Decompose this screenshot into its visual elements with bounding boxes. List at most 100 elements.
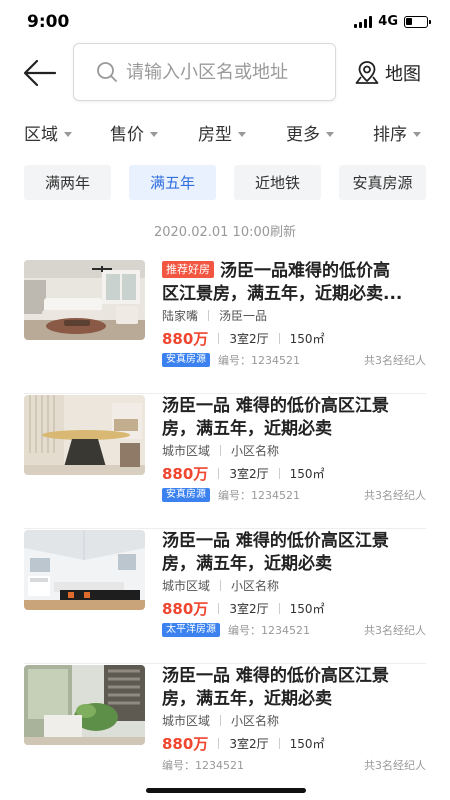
room-layout: 3室2厅 (229, 737, 269, 751)
listing-title-line2: 房，满五年，近期必卖 (162, 554, 332, 574)
caret-down-icon (150, 131, 158, 137)
community: 小区名称 (231, 444, 280, 458)
divider (24, 393, 426, 394)
listing-location: 陆家嘴 汤臣一品 (162, 307, 267, 324)
listing-photo (24, 260, 145, 340)
status-bar: 9:00 4G (0, 0, 450, 44)
chip-label: 满五年 (149, 174, 195, 192)
home-indicator (146, 788, 306, 793)
chip-label: 安真房源 (352, 174, 413, 192)
room-layout: 3室2厅 (229, 332, 269, 346)
filter-district[interactable]: 区域 (24, 120, 72, 145)
district: 城市区域 (162, 444, 211, 458)
source-badge: 安真房源 (162, 488, 210, 502)
filter-label: 更多 (286, 125, 320, 145)
battery-icon (404, 15, 431, 28)
room-layout: 3室2厅 (229, 467, 269, 481)
listing-price-row: 880万 3室2厅 150㎡ (162, 463, 325, 484)
community: 小区名称 (231, 714, 280, 728)
room-layout: 3室2厅 (229, 602, 269, 616)
listing-location: 城市区域 小区名称 (162, 442, 279, 459)
listing-card[interactable]: 汤臣一品 难得的低价高区江景 房，满五年，近期必卖 城市区域 小区名称 880万 3… (0, 530, 450, 664)
listing-meta: 编号：1234521 共3名经纪人 (162, 757, 426, 773)
search-input[interactable] (126, 61, 326, 83)
chip-label: 近地铁 (254, 174, 300, 192)
listing-photo (24, 395, 145, 475)
divider (24, 528, 426, 529)
source-badge: 太平洋房源 (162, 623, 220, 637)
caret-down-icon (413, 131, 421, 137)
listing-location: 城市区域 小区名称 (162, 577, 279, 594)
filter-more[interactable]: 更多 (286, 120, 334, 145)
listing-title-line1: 推荐好房 汤臣一品难得的低价高 (162, 260, 432, 283)
listing-card[interactable]: 推荐好房 汤臣一品难得的低价高 区江景房，满五年，近期必卖... 陆家嘴 汤臣一品 … (0, 260, 450, 394)
listing-price-row: 880万 3室2厅 150㎡ (162, 328, 325, 349)
community: 小区名称 (231, 579, 280, 593)
filter-bar: 区域 售价 房型 更多 排序 (0, 120, 450, 150)
tag-chip-near-metro[interactable]: 近地铁 (234, 165, 321, 200)
refresh-time: 2020.02.01 10:00刷新 (153, 225, 297, 240)
title-text: 汤臣一品难得的低价高 (220, 261, 390, 281)
divider (24, 663, 426, 664)
listing-meta: 安真房源 编号：1234521 共3名经纪人 (162, 352, 426, 368)
listing-title-line1: 汤臣一品 难得的低价高区江景 (162, 666, 389, 686)
network-label: 4G (378, 14, 398, 29)
price: 880万 (162, 735, 209, 753)
status-indicators: 4G (354, 14, 431, 29)
map-pin-icon (355, 61, 379, 84)
back-button[interactable] (22, 56, 58, 90)
listing-meta: 太平洋房源 编号：1234521 共3名经纪人 (162, 622, 426, 638)
caret-down-icon (238, 131, 246, 137)
district: 城市区域 (162, 714, 211, 728)
floor-area: 150㎡ (289, 602, 325, 616)
filter-label: 房型 (198, 125, 232, 145)
map-label: 地图 (385, 64, 421, 85)
price: 880万 (162, 600, 209, 618)
listing-meta: 安真房源 编号：1234521 共3名经纪人 (162, 487, 426, 503)
search-icon (97, 62, 117, 82)
source-badge: 安真房源 (162, 353, 210, 367)
back-arrow-icon (23, 59, 57, 87)
agent-count: 共3名经纪人 (364, 759, 426, 772)
agent-count: 共3名经纪人 (364, 489, 426, 502)
filter-sort[interactable]: 排序 (373, 120, 421, 145)
tag-chip-two-years[interactable]: 满两年 (24, 165, 111, 200)
agent-count: 共3名经纪人 (364, 354, 426, 367)
agent-count: 共3名经纪人 (364, 624, 426, 637)
price: 880万 (162, 330, 209, 348)
caret-down-icon (64, 131, 72, 137)
listing-title-line1: 汤臣一品 难得的低价高区江景 (162, 531, 389, 551)
listing-location: 城市区域 小区名称 (162, 712, 279, 729)
listing-price-row: 880万 3室2厅 150㎡ (162, 733, 325, 754)
community: 汤臣一品 (219, 309, 268, 323)
listing-title-line1: 汤臣一品 难得的低价高区江景 (162, 396, 389, 416)
listing-card[interactable]: 汤臣一品 难得的低价高区江景 房，满五年，近期必卖 城市区域 小区名称 880万 3… (0, 665, 450, 799)
listing-card[interactable]: 汤臣一品 难得的低价高区江景 房，满五年，近期必卖 城市区域 小区名称 880万 3… (0, 395, 450, 529)
price: 880万 (162, 465, 209, 483)
chip-label: 满两年 (44, 174, 90, 192)
tag-chip-verified[interactable]: 安真房源 (339, 165, 426, 200)
search-box[interactable] (73, 43, 336, 101)
floor-area: 150㎡ (289, 332, 325, 346)
listing-code: 编号：1234521 (218, 354, 300, 367)
filter-price[interactable]: 售价 (110, 120, 158, 145)
listing-code: 编号：1234521 (218, 489, 300, 502)
listing-code: 编号：1234521 (162, 759, 244, 772)
floor-area: 150㎡ (289, 737, 325, 751)
listing-title-line2: 区江景房，满五年，近期必卖... (162, 284, 403, 304)
signal-icon (354, 15, 373, 28)
caret-down-icon (326, 131, 334, 137)
floor-area: 150㎡ (289, 467, 325, 481)
recommend-badge: 推荐好房 (162, 261, 214, 278)
tag-chip-five-years[interactable]: 满五年 (129, 165, 216, 200)
filter-label: 排序 (373, 125, 407, 145)
filter-label: 售价 (110, 125, 144, 145)
filter-layout[interactable]: 房型 (198, 120, 246, 145)
listing-photo (24, 530, 145, 610)
district: 陆家嘴 (162, 309, 199, 323)
listing-price-row: 880万 3室2厅 150㎡ (162, 598, 325, 619)
status-time: 9:00 (27, 12, 70, 32)
map-button[interactable]: 地图 (354, 60, 421, 86)
listing-photo (24, 665, 145, 745)
filter-label: 区域 (24, 125, 58, 145)
